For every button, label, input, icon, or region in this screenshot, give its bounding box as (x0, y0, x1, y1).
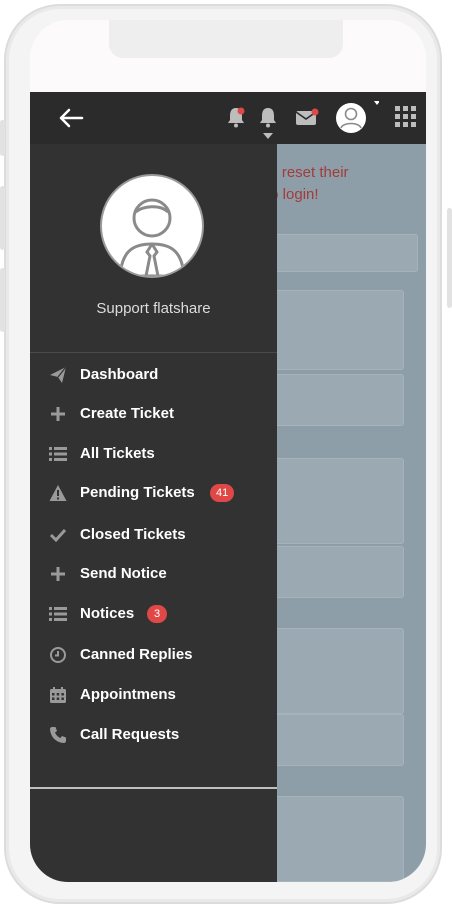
menu-item-send-notice[interactable]: Send Notice (30, 555, 277, 593)
menu-item-create-ticket[interactable]: Create Ticket (30, 395, 277, 433)
navigation-drawer: Support flatshare Dashboard Create Ticke… (30, 144, 277, 882)
phone-screen: s, reset their to login! ts (30, 20, 426, 882)
menu-label: Closed Tickets (80, 526, 186, 543)
menu-label: Dashboard (80, 366, 159, 383)
phone-icon (50, 727, 66, 743)
content-card (258, 458, 404, 544)
drawer-divider (30, 352, 277, 353)
plus-icon (51, 567, 65, 581)
phone-side-button (0, 268, 5, 332)
bell-alert-icon[interactable] (226, 106, 246, 128)
mail-icon[interactable] (295, 108, 319, 126)
menu-label: Notices (80, 605, 135, 622)
notices-count-badge: 3 (147, 605, 167, 623)
menu-item-notices[interactable]: Notices 3 (30, 595, 277, 633)
menu-item-canned-replies[interactable]: Canned Replies (30, 636, 277, 674)
content-card (258, 796, 404, 882)
content-card (258, 628, 404, 714)
clock-icon (50, 647, 66, 663)
menu-label: Create Ticket (80, 405, 174, 422)
content-card (258, 714, 404, 766)
drawer-bottom-divider (30, 787, 277, 789)
phone-side-button (0, 120, 5, 156)
menu-label: Send Notice (80, 565, 167, 582)
phone-notch (109, 20, 343, 58)
menu-label: Appointmens (80, 686, 176, 703)
warning-icon (49, 485, 67, 501)
menu-label: All Tickets (80, 445, 155, 462)
list-icon (49, 607, 67, 621)
menu-label: Call Requests (80, 726, 180, 743)
phone-side-button (0, 186, 5, 250)
phone-side-button (447, 208, 452, 308)
menu-label: Canned Replies (80, 646, 193, 663)
profile-avatar (100, 174, 204, 278)
content-card (258, 374, 404, 426)
pending-count-badge: 41 (210, 484, 235, 502)
alert-message: s, reset their to login! (266, 164, 349, 203)
menu-item-closed-tickets[interactable]: Closed Tickets (30, 516, 277, 554)
menu-item-all-tickets[interactable]: All Tickets (30, 435, 277, 473)
menu-item-pending-tickets[interactable]: Pending Tickets 41 (30, 474, 277, 512)
calendar-icon (50, 687, 66, 703)
menu-label: Pending Tickets (80, 484, 195, 501)
list-icon (49, 447, 67, 461)
bell-icon[interactable] (258, 106, 278, 140)
menu-item-dashboard[interactable]: Dashboard (30, 356, 277, 394)
menu-item-call-requests[interactable]: Call Requests (30, 716, 277, 754)
profile-name: Support flatshare (96, 300, 211, 317)
search-field[interactable] (258, 234, 418, 272)
menu-item-appointments[interactable]: Appointmens (30, 676, 277, 714)
user-avatar-icon (118, 198, 186, 276)
content-card (258, 290, 404, 370)
user-avatar-icon[interactable] (335, 100, 379, 136)
check-icon (49, 528, 67, 543)
paper-plane-icon (50, 366, 67, 383)
top-bar (30, 92, 426, 144)
apps-grid-icon[interactable] (395, 106, 417, 128)
arrow-left-icon[interactable] (58, 108, 84, 128)
plus-icon (51, 407, 65, 421)
content-card (258, 546, 404, 598)
